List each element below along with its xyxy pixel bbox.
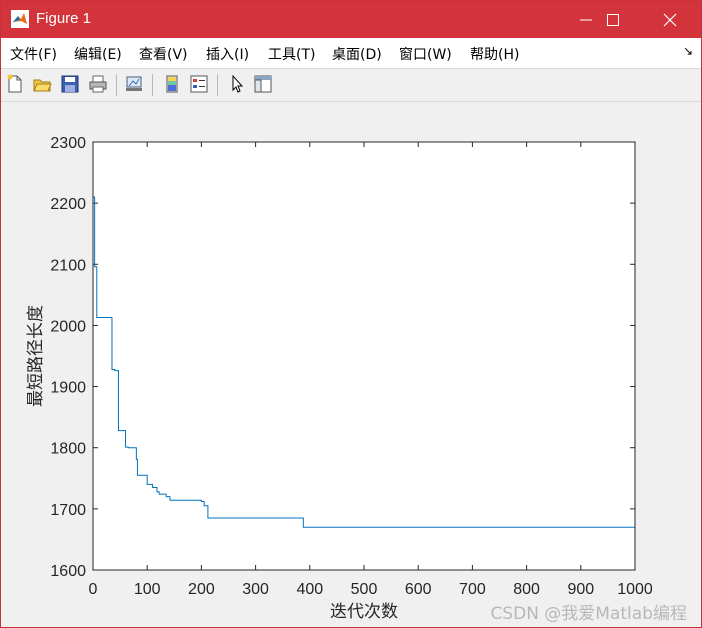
y-axis-label: 最短路径长度 [26,305,46,407]
plot-canvas: 0 100 200 300 400 500 600 700 800 900 1000 1600 1700… [26,135,653,622]
y-tick-label: 2200 [50,196,86,213]
x-tick-label: 700 [459,581,486,598]
y-tick-label: 1900 [50,380,86,397]
x-tick-label: 200 [188,581,215,598]
y-tick-label: 2000 [50,318,86,335]
y-tick-label: 1700 [50,502,86,519]
figure-window: Figure 1 文件(F) 编辑(E) 查看(V) 插入(I) 工具(T) 桌… [0,0,702,628]
axes-background[interactable] [93,142,635,570]
y-tick-label: 1800 [50,441,86,458]
x-axis-label: 迭代次数 [330,602,398,622]
x-tick-label: 800 [513,581,540,598]
x-tick-label: 400 [296,581,323,598]
x-tick-label: 1000 [617,581,653,598]
y-tick-label: 2100 [50,257,86,274]
x-tick-label: 900 [567,581,594,598]
x-tick-label: 500 [351,581,378,598]
x-tick-label: 600 [405,581,432,598]
x-tick-label: 300 [242,581,269,598]
x-tick-label: 100 [134,581,161,598]
x-tick-label: 0 [89,581,98,598]
y-tick-label: 1600 [50,563,86,580]
watermark: CSDN @我爱Matlab编程 [490,604,687,624]
y-tick-label: 2300 [50,135,86,152]
